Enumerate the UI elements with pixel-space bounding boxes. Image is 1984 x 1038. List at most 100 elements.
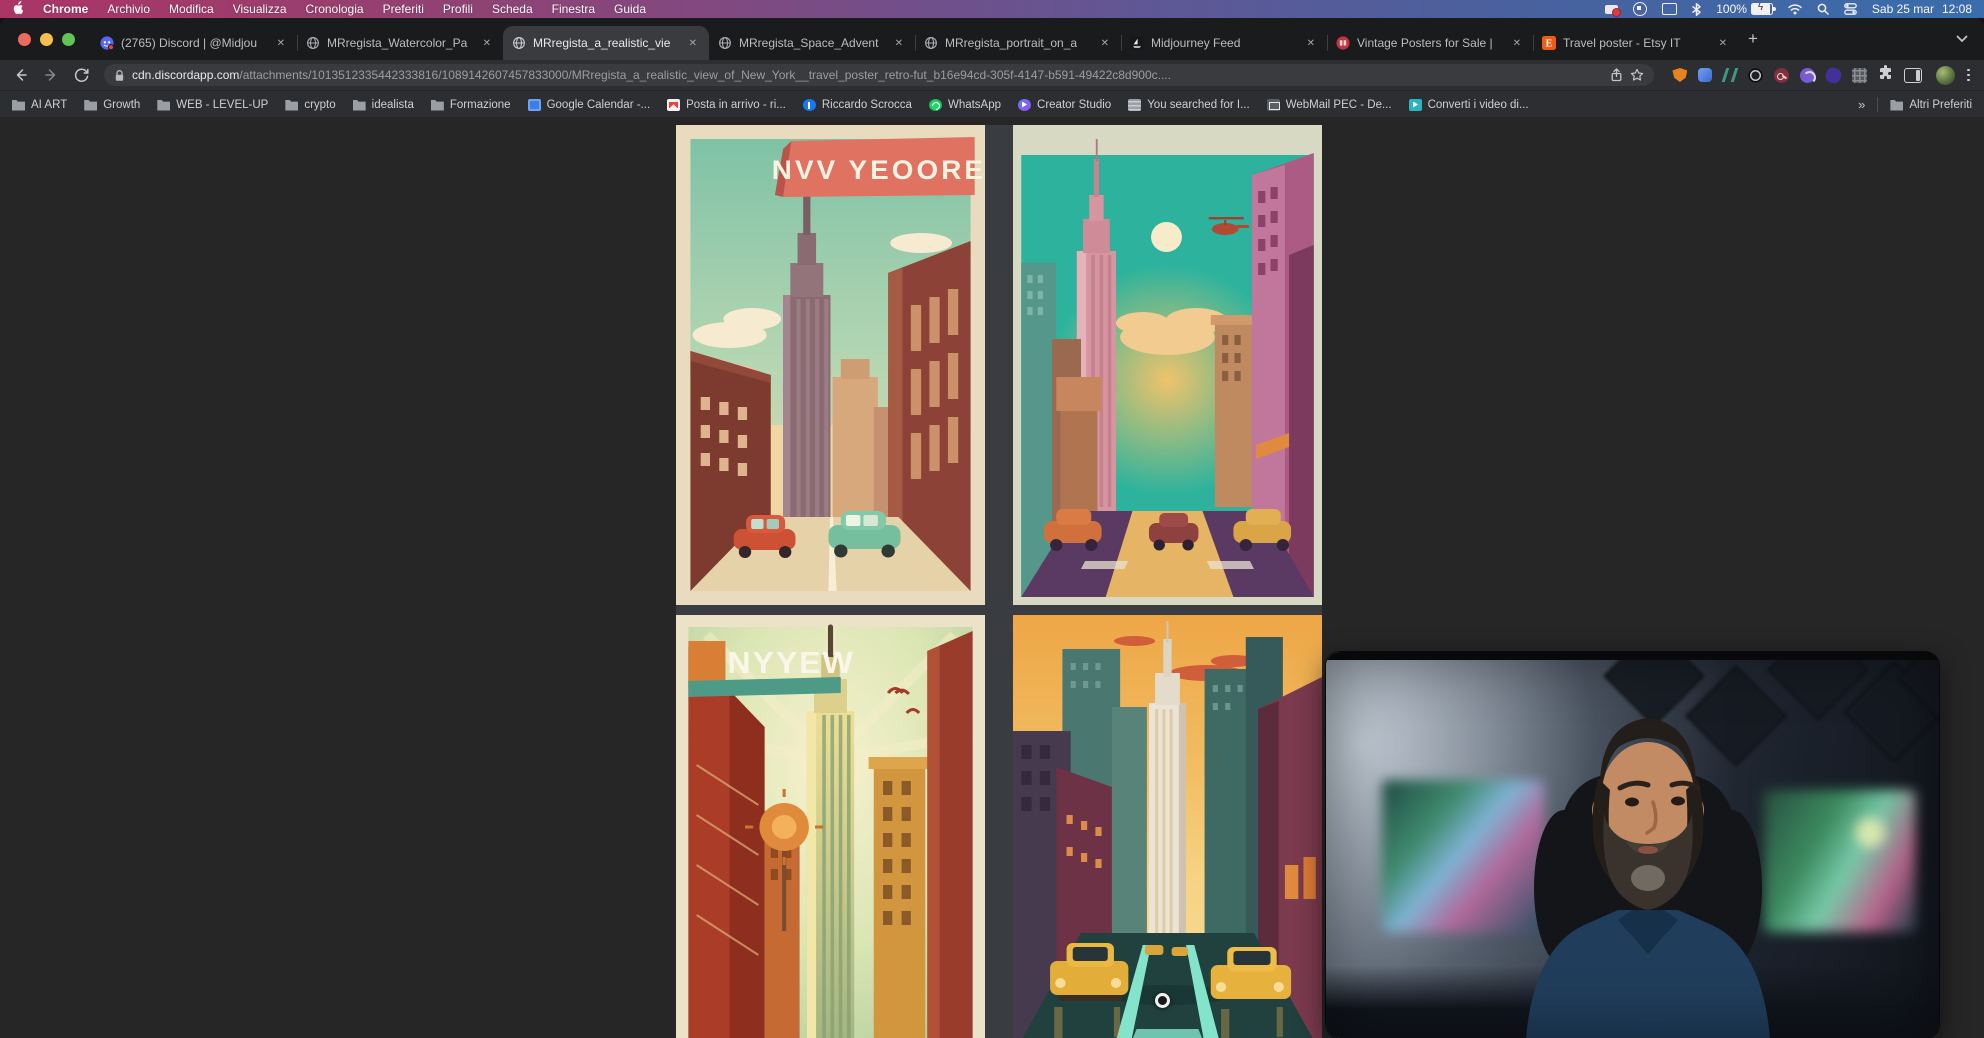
new-tab-button[interactable]: +	[1739, 25, 1767, 53]
discord-favicon	[100, 36, 114, 50]
tab-vintage-posters[interactable]: Vintage Posters for Sale | ✕	[1327, 26, 1533, 60]
bookmark-label: Google Calendar -...	[547, 99, 651, 111]
menu-item-finestra[interactable]: Finestra	[552, 2, 595, 16]
screen: { "menu_bar": { "items": ["Chrome","Arch…	[0, 0, 1984, 1038]
tab-close-icon[interactable]: ✕	[686, 37, 700, 50]
purple-swirl-extension-icon[interactable]	[1800, 68, 1815, 83]
bookmark-label: Converti i video di...	[1428, 99, 1529, 111]
folder-icon	[157, 99, 170, 111]
tab-midjourney-feed[interactable]: Midjourney Feed ✕	[1121, 26, 1327, 60]
spotlight-search-icon[interactable]	[1817, 3, 1829, 15]
poster-image-teal-sunset	[1013, 125, 1322, 605]
menu-item-chrome[interactable]: Chrome	[43, 2, 88, 16]
bookmark-label: crypto	[304, 99, 335, 111]
bookmark-label: Creator Studio	[1037, 99, 1111, 111]
bookmark-converti-video[interactable]: Converti i video di...	[1409, 99, 1529, 111]
tab-space-adventure[interactable]: MRregista_Space_Advent ✕	[709, 26, 915, 60]
tab-close-icon[interactable]: ✕	[1098, 37, 1112, 50]
bookmark-gmail-inbox[interactable]: Posta in arrivo - ri...	[667, 99, 786, 111]
blue-extension-icon[interactable]	[1698, 68, 1712, 82]
bookmark-webmail-pec[interactable]: WebMail PEC - De...	[1267, 99, 1392, 111]
bookmark-folder-web-level-up[interactable]: WEB - LEVEL-UP	[157, 99, 268, 111]
tab-close-icon[interactable]: ✕	[1716, 37, 1730, 50]
bookmark-folder-ai-art[interactable]: AI ART	[12, 99, 67, 111]
address-bar[interactable]: cdn.discordapp.com/attachments/101351233…	[104, 64, 1654, 86]
tab-watercolor[interactable]: MRregista_Watercolor_Pa ✕	[297, 26, 503, 60]
menu-item-preferiti[interactable]: Preferiti	[383, 2, 424, 16]
control-center-icon[interactable]	[1844, 3, 1857, 15]
bookmarks-divider	[1877, 97, 1878, 112]
tab-close-icon[interactable]: ✕	[892, 37, 906, 50]
wifi-icon[interactable]	[1788, 4, 1802, 15]
menu-item-archivio[interactable]: Archivio	[107, 2, 150, 16]
teal-n-extension-icon[interactable]	[1723, 68, 1737, 82]
minimize-window-button[interactable]	[40, 33, 53, 46]
apple-menu-icon[interactable]	[12, 1, 24, 18]
webcam-letterbox	[1326, 652, 1939, 660]
bookmark-folder-crypto[interactable]: crypto	[285, 99, 335, 111]
bookmark-whatsapp[interactable]: WhatsApp	[929, 99, 1001, 111]
menu-item-scheda[interactable]: Scheda	[492, 2, 533, 16]
browser-window: (2765) Discord | @Midjou ✕ MRregista_Wat…	[0, 18, 1984, 1038]
stop-screen-recording-icon[interactable]	[1633, 2, 1647, 16]
password-key-extension-icon[interactable]	[1774, 68, 1789, 83]
tab-close-icon[interactable]: ✕	[480, 37, 494, 50]
menu-item-visualizza[interactable]: Visualizza	[233, 2, 287, 16]
url-text: cdn.discordapp.com/attachments/101351233…	[132, 68, 1603, 82]
back-button[interactable]	[10, 64, 32, 86]
tab-close-icon[interactable]: ✕	[274, 37, 288, 50]
bookmark-folder-formazione[interactable]: Formazione	[431, 99, 511, 111]
bookmark-you-searched[interactable]: You searched for I...	[1128, 99, 1250, 111]
poster-title-text: NYYEW	[728, 645, 855, 679]
bookmark-folder-growth[interactable]: Growth	[84, 99, 140, 111]
poster-bottom-right	[1013, 615, 1322, 1038]
bookmark-star-icon[interactable]	[1630, 68, 1644, 82]
tab-close-icon[interactable]: ✕	[1510, 37, 1524, 50]
poster-top-left: NVV YEOORE	[676, 125, 985, 605]
maximize-window-button[interactable]	[62, 33, 75, 46]
display-mirroring-icon[interactable]	[1662, 3, 1677, 15]
bookmark-label: AI ART	[31, 99, 67, 111]
chrome-menu-icon[interactable]	[1963, 69, 1974, 82]
folder-icon	[431, 99, 444, 111]
menu-item-profili[interactable]: Profili	[443, 2, 473, 16]
share-icon[interactable]	[1610, 68, 1623, 82]
sidebar-toggle-icon[interactable]	[1904, 68, 1922, 83]
grid-extension-icon[interactable]	[1852, 68, 1867, 83]
dark-circle-extension-icon[interactable]	[1748, 68, 1763, 83]
webcam-overlay	[1326, 652, 1939, 1038]
bluetooth-icon[interactable]	[1692, 3, 1701, 16]
forward-button[interactable]	[40, 64, 62, 86]
tab-realistic-view-active[interactable]: MRregista_a_realistic_vie ✕	[503, 26, 709, 60]
bookmark-facebook-profile[interactable]: Riccardo Scrocca	[803, 99, 912, 111]
battery-status[interactable]: 100% ϟ	[1716, 2, 1773, 16]
menu-item-modifica[interactable]: Modifica	[169, 2, 214, 16]
bookmark-google-calendar[interactable]: Google Calendar -...	[528, 99, 651, 111]
recording-app-icon[interactable]	[1605, 5, 1618, 14]
menu-bar-clock[interactable]: Sab 25 mar 12:08	[1872, 2, 1972, 16]
close-window-button[interactable]	[18, 33, 31, 46]
dark-purple-extension-icon[interactable]	[1824, 66, 1843, 85]
metamask-extension-icon[interactable]	[1672, 68, 1687, 82]
bookmarks-overflow-chevron[interactable]: »	[1858, 97, 1865, 112]
poster-title-banner: NVV YEOORE	[772, 137, 985, 197]
menu-item-guida[interactable]: Guida	[614, 2, 646, 16]
reload-button[interactable]	[70, 64, 92, 86]
date-label: Sab 25 mar	[1872, 2, 1934, 16]
tab-portrait[interactable]: MRregista_portrait_on_a ✕	[915, 26, 1121, 60]
bookmark-folder-idealista[interactable]: idealista	[353, 99, 414, 111]
menu-item-cronologia[interactable]: Cronologia	[306, 2, 364, 16]
tab-etsy[interactable]: E Travel poster - Etsy IT ✕	[1533, 26, 1739, 60]
webmail-icon	[1267, 99, 1280, 111]
macos-menu-bar: Chrome Archivio Modifica Visualizza Cron…	[0, 0, 1984, 18]
bookmark-label: WEB - LEVEL-UP	[176, 99, 268, 111]
bookmark-label: You searched for I...	[1147, 99, 1250, 111]
bookmark-creator-studio[interactable]: Creator Studio	[1018, 99, 1111, 111]
tab-close-icon[interactable]: ✕	[1304, 37, 1318, 50]
extensions-puzzle-icon[interactable]	[1878, 65, 1893, 85]
tab-discord[interactable]: (2765) Discord | @Midjou ✕	[91, 26, 297, 60]
tab-strip: (2765) Discord | @Midjou ✕ MRregista_Wat…	[0, 18, 1984, 60]
profile-avatar[interactable]	[1936, 66, 1955, 85]
other-bookmarks-folder[interactable]: Altri Preferiti	[1890, 99, 1972, 111]
tab-search-chevron-icon[interactable]	[1956, 30, 1968, 48]
